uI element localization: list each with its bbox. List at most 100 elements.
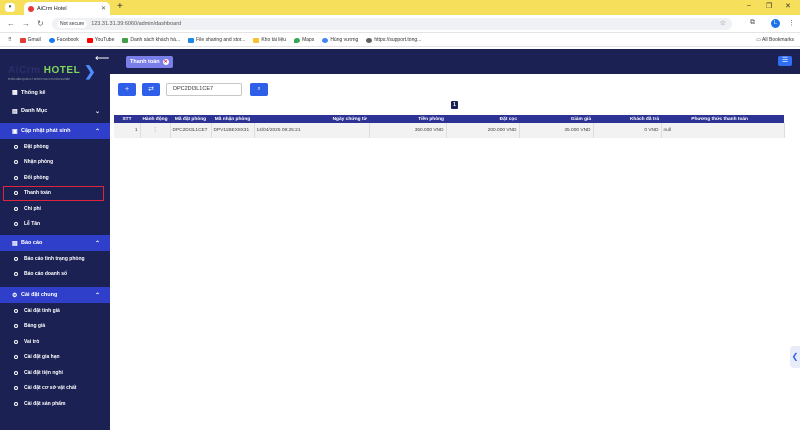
bookmark-star-icon[interactable]: ☆ <box>720 19 726 27</box>
sidebar-group-updates[interactable]: ▣ Cập nhật phát sinh ⌃ <box>0 123 110 139</box>
column-header[interactable]: Mã đặt phòng <box>170 115 211 123</box>
column-header[interactable]: STT <box>114 115 140 123</box>
sheet-icon <box>122 37 129 43</box>
address-bar: ← → ↻ Not secure 123.31.31.39:6060/admin… <box>0 15 800 33</box>
toolbar: + ⇄ DPC2DI3L1CE7 ⌕ <box>118 82 268 96</box>
sidebar-item-price-list[interactable]: Bảng giá <box>0 319 110 335</box>
apps-icon[interactable]: ⠿ <box>8 37 12 43</box>
table-header: STT Hành động Mã đặt phòng Mã nhận phòng… <box>114 115 784 123</box>
url-field[interactable]: Not secure 123.31.31.39:6060/admin/dashb… <box>52 18 732 30</box>
sidebar-item-statistics[interactable]: ▦ Thống kê <box>0 88 110 97</box>
column-header[interactable]: Hành động <box>140 115 170 123</box>
refresh-icon: ⇄ <box>148 85 154 93</box>
circle-icon <box>14 370 18 375</box>
browser-menu-icon[interactable]: ⋮ <box>788 19 795 27</box>
file-icon <box>188 37 195 43</box>
cell-discount: 35.000 VND <box>519 123 594 138</box>
circle-icon <box>14 324 18 329</box>
chevron-up-icon: ⌃ <box>94 292 100 299</box>
close-icon[interactable]: ✕ <box>101 5 106 12</box>
bookmark-gmail[interactable]: Gmail <box>19 37 41 43</box>
cell-date: 14/04/2025 09:25:21 <box>254 123 370 138</box>
circle-icon <box>14 272 18 277</box>
bookmark-facebook[interactable]: Facebook <box>48 37 79 43</box>
security-badge[interactable]: Not secure <box>57 20 88 28</box>
sidebar-item-pricing-setup[interactable]: Cài đặt tính giá <box>0 303 110 319</box>
new-tab-button[interactable]: + <box>117 1 123 12</box>
column-header[interactable]: Tiền phòng <box>369 115 446 123</box>
row-actions-icon[interactable]: ⋮ <box>140 123 171 138</box>
circle-icon <box>14 175 18 180</box>
window-close-icon[interactable]: ✕ <box>785 2 791 10</box>
sidebar-item-categories[interactable]: ▤ Danh Mục ⌄ <box>0 103 110 119</box>
sidebar-group-settings[interactable]: ⚙ Cài đặt chung ⌃ <box>0 287 110 303</box>
tab-search-button[interactable]: ▾ <box>5 3 15 12</box>
pagination-page[interactable]: 1 <box>451 101 458 109</box>
column-header[interactable]: Phương thức thanh toán <box>661 115 784 123</box>
tab-payment[interactable]: Thanh toán ✕ <box>126 56 173 68</box>
menu-button[interactable]: ☰ <box>778 56 792 66</box>
sidebar-item-amenities-setup[interactable]: Cài đặt tiện nghi <box>0 365 110 381</box>
table-row[interactable]: 1 ⋮ DPC2DI3L1CE7 DPV11BEX8X31 14/04/2025… <box>114 123 785 138</box>
column-header[interactable]: Khách đã trả <box>593 115 661 123</box>
grid-icon: ▤ <box>12 108 18 115</box>
payments-table: STT Hành động Mã đặt phòng Mã nhận phòng… <box>114 115 785 138</box>
sidebar-item-payment[interactable]: Thanh toán <box>3 185 104 201</box>
facebook-icon <box>48 37 55 43</box>
sidebar-item-change-room[interactable]: Đổi phòng <box>0 170 110 186</box>
plus-icon: + <box>124 85 130 93</box>
sidebar-item-expenses[interactable]: Chi phí <box>0 201 110 217</box>
bookmark-maps[interactable]: Maps <box>294 37 314 43</box>
sidebar-item-sales-report[interactable]: Báo cáo doanh số <box>0 267 110 283</box>
extensions-icon[interactable]: ⧉ <box>750 19 755 27</box>
forward-icon[interactable]: → <box>22 19 30 28</box>
column-header[interactable]: Giảm giá <box>519 115 593 123</box>
maximize-icon[interactable]: ❐ <box>766 2 772 10</box>
circle-icon <box>14 160 18 165</box>
bookmarks-bar: ⠿ Gmail Facebook YouTube Danh sách khách… <box>0 34 800 47</box>
reload-icon[interactable]: ↻ <box>37 19 44 28</box>
globe-icon <box>322 37 329 43</box>
bookmark-youtube[interactable]: YouTube <box>86 37 114 43</box>
report-icon: ▤ <box>12 240 18 247</box>
all-bookmarks[interactable]: ▭ All Bookmarks <box>756 37 794 43</box>
bookmark-hung-vuong[interactable]: Hùng vương <box>322 37 358 43</box>
close-tab-icon[interactable]: ✕ <box>162 59 169 65</box>
chart-icon: ▦ <box>12 90 18 96</box>
sidebar-item-room-status-report[interactable]: Báo cáo tình trạng phòng <box>0 251 110 267</box>
cell-deposit: 200.000 VND <box>446 123 520 138</box>
column-header[interactable]: Mã nhận phòng <box>211 115 254 123</box>
chevron-up-icon: ⌃ <box>94 240 100 247</box>
search-button[interactable]: ⌕ <box>250 82 268 96</box>
profile-avatar[interactable]: L <box>771 19 780 28</box>
sidebar-item-extension-setup[interactable]: Cài đặt gia hạn <box>0 350 110 366</box>
sidebar-item-booking[interactable]: Đặt phòng <box>0 139 110 155</box>
circle-icon <box>14 256 18 261</box>
folder-icon <box>253 37 260 43</box>
column-header[interactable]: Đặt cọc <box>446 115 519 123</box>
gmail-icon <box>19 37 26 43</box>
minimize-icon[interactable]: – <box>747 2 751 9</box>
bookmark-support[interactable]: https://support.tong... <box>366 37 421 43</box>
maps-icon <box>294 37 301 43</box>
sidebar-item-products-setup[interactable]: Cài đặt sản phẩm <box>0 396 110 412</box>
tab-title: AiCrm Hotel <box>37 5 67 12</box>
add-button[interactable]: + <box>118 82 136 96</box>
back-icon[interactable]: ← <box>7 19 15 28</box>
sidebar-item-facilities-setup[interactable]: Cài đặt cơ sở vật chất <box>0 381 110 397</box>
sidebar-item-reception[interactable]: Lễ Tân <box>0 217 110 233</box>
bookmark-documents[interactable]: Kho tài liệu <box>253 37 286 43</box>
collapse-sidebar-icon[interactable]: ⟵ <box>95 53 109 64</box>
bookmark-customers[interactable]: Danh sách khách hà... <box>122 37 180 43</box>
sidebar-group-reports[interactable]: ▤ Báo cáo ⌃ <box>0 235 110 251</box>
chevron-up-icon: ⌃ <box>94 128 100 135</box>
sidebar-item-roles[interactable]: Vai trò <box>0 334 110 350</box>
browser-tab[interactable]: AiCrm Hotel ✕ <box>24 2 110 15</box>
sidebar-item-checkin[interactable]: Nhận phòng <box>0 155 110 171</box>
side-panel-toggle[interactable]: ❮ <box>790 346 800 368</box>
column-header[interactable]: Ngày chứng từ <box>254 115 369 123</box>
bookmark-file-sharing[interactable]: File sharing and stor... <box>188 37 245 43</box>
youtube-icon <box>86 37 93 43</box>
refresh-button[interactable]: ⇄ <box>142 82 160 96</box>
search-input[interactable]: DPC2DI3L1CE7 <box>166 82 242 96</box>
